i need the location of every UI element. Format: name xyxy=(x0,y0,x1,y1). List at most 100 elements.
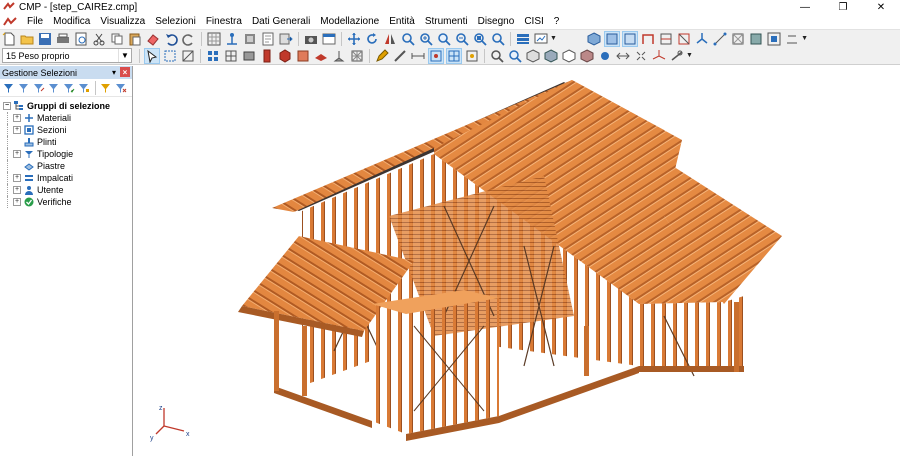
menu-modifica[interactable]: Modifica xyxy=(48,14,95,29)
filter-group-button[interactable] xyxy=(77,81,90,94)
render-hidden-button[interactable] xyxy=(561,48,577,64)
tool-window-button[interactable] xyxy=(321,31,337,47)
zoom-window-button[interactable] xyxy=(436,31,452,47)
pan-button[interactable] xyxy=(346,31,362,47)
expand-icon[interactable]: + xyxy=(13,150,21,158)
copy-button[interactable] xyxy=(109,31,125,47)
display-options-button[interactable] xyxy=(533,31,549,47)
dropdown-arrow-icon[interactable]: ▼ xyxy=(801,35,808,42)
zoom-extents-button[interactable] xyxy=(472,31,488,47)
shell-tool-button[interactable] xyxy=(277,48,293,64)
dimension-button[interactable] xyxy=(410,48,426,64)
dropdown-arrow-icon[interactable]: ▼ xyxy=(686,52,693,59)
zoom-realtime-button[interactable] xyxy=(400,31,416,47)
rotate-button[interactable] xyxy=(364,31,380,47)
expand-icon[interactable]: + xyxy=(13,198,21,206)
draw-line-button[interactable] xyxy=(374,48,390,64)
pin-icon[interactable]: ▾ xyxy=(109,67,119,77)
save-button[interactable] xyxy=(37,31,53,47)
menu-strumenti[interactable]: Strumenti xyxy=(420,14,473,29)
iso-view-button[interactable] xyxy=(586,31,602,47)
tool-node-button[interactable] xyxy=(224,31,240,47)
tree-root[interactable]: − Gruppi di selezione xyxy=(0,99,132,112)
render-cube-button[interactable] xyxy=(525,48,541,64)
tool-camera-button[interactable] xyxy=(303,31,319,47)
menu-finestra[interactable]: Finestra xyxy=(201,14,247,29)
column-tool-button[interactable] xyxy=(259,48,275,64)
cmp-logo-icon[interactable] xyxy=(3,16,17,28)
measure-button[interactable] xyxy=(392,48,408,64)
dropdown-arrow-icon[interactable]: ▼ xyxy=(550,35,557,42)
side-view-button[interactable] xyxy=(622,30,639,47)
paste-button[interactable] xyxy=(127,31,143,47)
zoom-previous-button[interactable] xyxy=(490,31,506,47)
menu-visualizza[interactable]: Visualizza xyxy=(95,14,150,29)
select-crossing-button[interactable] xyxy=(180,48,196,64)
close-icon[interactable]: × xyxy=(120,67,130,77)
tree-item-utente[interactable]: + Utente xyxy=(0,184,132,196)
wireframe-view-button[interactable] xyxy=(730,31,746,47)
zoom-out-button[interactable] xyxy=(454,31,470,47)
render-light-button[interactable] xyxy=(597,48,613,64)
new-file-button[interactable] xyxy=(1,31,17,47)
menu-entita[interactable]: Entità xyxy=(384,14,420,29)
section-view-button[interactable] xyxy=(676,31,692,47)
menu-selezioni[interactable]: Selezioni xyxy=(150,14,201,29)
cut-button[interactable] xyxy=(91,31,107,47)
close-button[interactable]: ✕ xyxy=(862,0,900,14)
frame-view-button[interactable] xyxy=(640,31,656,47)
select-button[interactable] xyxy=(144,47,160,64)
tree-item-materiali[interactable]: + Materiali xyxy=(0,112,132,124)
find-element-button[interactable] xyxy=(507,48,523,64)
mesh-tool-button[interactable] xyxy=(349,48,365,64)
menu-modellazione[interactable]: Modellazione xyxy=(315,14,384,29)
filter-new-button[interactable] xyxy=(17,81,30,94)
wall-tool-button[interactable] xyxy=(295,48,311,64)
nodes-view-button[interactable] xyxy=(712,31,728,47)
tree-item-sezioni[interactable]: + Sezioni xyxy=(0,124,132,136)
snap-mid-button[interactable] xyxy=(464,48,480,64)
zoom-in-button[interactable] xyxy=(418,31,434,47)
redo-button[interactable] xyxy=(181,31,197,47)
render-shaded-button[interactable] xyxy=(543,48,559,64)
expand-icon[interactable]: + xyxy=(13,186,21,194)
support-tool-button[interactable] xyxy=(331,48,347,64)
tree-item-piastre[interactable]: Piastre xyxy=(0,160,132,172)
restore-button[interactable]: ❐ xyxy=(824,0,862,14)
minimize-button[interactable]: — xyxy=(786,0,824,14)
mirror-button[interactable] xyxy=(382,31,398,47)
solid-view-button[interactable] xyxy=(748,31,764,47)
filter-star-button[interactable] xyxy=(99,81,112,94)
eraser-button[interactable] xyxy=(145,31,161,47)
tree-item-verifiche[interactable]: + Verifiche xyxy=(0,196,132,208)
menu-file[interactable]: File xyxy=(22,14,48,29)
tool-layers-button[interactable] xyxy=(242,31,258,47)
beam-tool-button[interactable] xyxy=(241,48,257,64)
labels-view-button[interactable] xyxy=(784,31,800,47)
select-window-button[interactable] xyxy=(162,48,178,64)
render-explode-button[interactable] xyxy=(633,48,649,64)
filter-apply-button[interactable] xyxy=(62,81,75,94)
views-button[interactable] xyxy=(515,31,531,47)
render-axes-button[interactable] xyxy=(651,48,667,64)
expand-icon[interactable]: + xyxy=(13,126,21,134)
axes-view-button[interactable] xyxy=(694,31,710,47)
expand-icon[interactable]: + xyxy=(13,114,21,122)
render-texture-button[interactable] xyxy=(579,48,595,64)
model-viewport[interactable]: z y x xyxy=(134,66,900,456)
collapse-icon[interactable]: − xyxy=(3,101,11,110)
filter-remove-button[interactable] xyxy=(114,81,127,94)
menu-help[interactable]: ? xyxy=(549,14,565,29)
filter-edit-button[interactable] xyxy=(32,81,45,94)
open-file-button[interactable] xyxy=(19,31,35,47)
find-button[interactable] xyxy=(489,48,505,64)
tool-grid-button[interactable] xyxy=(206,31,222,47)
undo-button[interactable] xyxy=(163,31,179,47)
grid-snap-button[interactable] xyxy=(205,48,221,64)
expand-icon[interactable]: + xyxy=(13,174,21,182)
slab-tool-button[interactable] xyxy=(313,48,329,64)
snap-grid-button[interactable] xyxy=(446,47,462,64)
print-button[interactable] xyxy=(55,31,71,47)
preview-button[interactable] xyxy=(73,31,89,47)
load-case-select[interactable]: 15 Peso proprio ▼ xyxy=(2,48,132,63)
